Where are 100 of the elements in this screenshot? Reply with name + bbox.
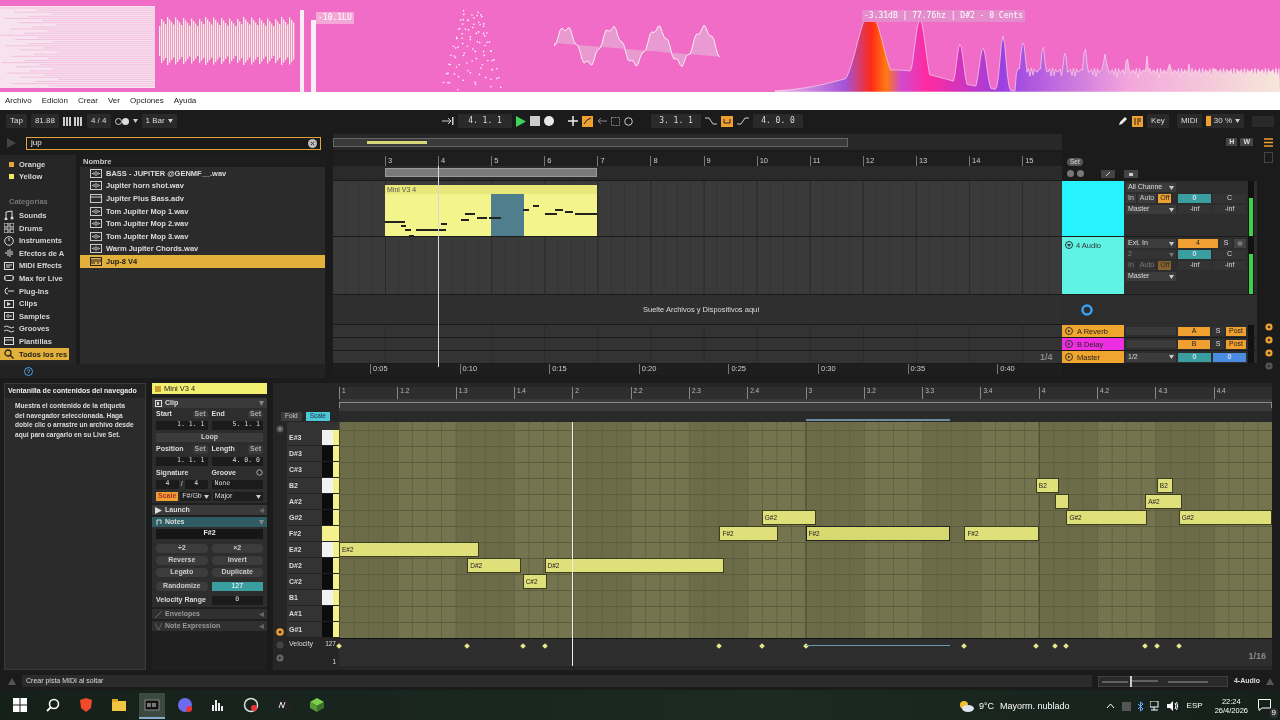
time-selection	[491, 194, 525, 236]
chat-app-icon	[177, 697, 193, 713]
list-icon[interactable]	[1264, 138, 1273, 147]
caret-icon	[1169, 252, 1174, 257]
velocity-marker[interactable]	[802, 643, 809, 649]
punch-out-icon[interactable]	[737, 117, 749, 125]
play-circle-icon[interactable]	[1065, 353, 1073, 361]
velocity-marker[interactable]	[1175, 643, 1182, 649]
velocity-marker[interactable]	[961, 643, 968, 649]
audio-file-icon	[90, 206, 102, 216]
velocity-marker[interactable]	[336, 643, 342, 649]
time-signature-field[interactable]: 4 / 4	[86, 114, 111, 128]
caret-icon	[1169, 274, 1174, 279]
live-app-icon	[144, 697, 160, 713]
metronome-bars-icon[interactable]	[62, 116, 83, 126]
toggle-circle-icon[interactable]	[1264, 362, 1273, 370]
panel-icon	[4, 260, 14, 271]
toggle-circle-icon[interactable]	[1264, 336, 1273, 344]
lock-icon[interactable]	[1124, 169, 1138, 178]
caret-icon	[1169, 207, 1174, 212]
velocity-marker[interactable]	[758, 643, 765, 649]
expand-icon[interactable]	[1101, 169, 1115, 178]
follow-arrow-icon[interactable]	[442, 117, 454, 125]
menu-item[interactable]: Opciones	[129, 96, 164, 106]
audio-file-icon	[90, 219, 102, 229]
tap-button[interactable]: Tap	[6, 114, 27, 128]
metronome-icon[interactable]	[114, 117, 129, 125]
velocity-marker[interactable]	[1063, 643, 1070, 649]
automation-arm-icon[interactable]	[582, 115, 593, 127]
quantize-dropdown[interactable]: 1 Bar	[141, 114, 177, 128]
menu-item[interactable]: Crear	[77, 96, 98, 106]
search-field[interactable]: jup	[26, 136, 321, 150]
bluetooth-icon[interactable]	[1136, 700, 1144, 712]
menu-item[interactable]: Ayuda	[173, 96, 197, 106]
velocity-marker[interactable]	[541, 643, 548, 649]
chevron-up-icon[interactable]	[1105, 703, 1115, 709]
status-triangle-icon	[8, 677, 16, 685]
speaker-icon[interactable]	[1166, 701, 1179, 711]
midi-note[interactable]	[1054, 494, 1070, 509]
velocity-marker[interactable]	[1033, 643, 1039, 649]
play-circle-icon[interactable]	[1065, 340, 1073, 348]
keyboard-icon[interactable]	[1132, 115, 1144, 127]
toggle-circle-icon[interactable]	[1264, 349, 1273, 357]
expand-lane-icon[interactable]	[276, 654, 284, 662]
fold-arrow-icon[interactable]	[1065, 241, 1073, 249]
patch-cable-icon	[4, 273, 14, 284]
preset-file-icon	[90, 194, 102, 203]
help-icon[interactable]	[24, 366, 33, 376]
arrangement-position-field[interactable]: 4. 1. 1	[458, 114, 512, 128]
cpu-meter-fill	[1205, 116, 1211, 126]
velocity-marker[interactable]	[716, 643, 723, 649]
midi-map-button[interactable]: MIDI	[1176, 114, 1202, 128]
back-arrow-icon[interactable]	[597, 117, 607, 125]
grid-size-label: 1/4	[1040, 352, 1053, 363]
play-icon[interactable]	[516, 115, 526, 127]
key-map-button[interactable]: Key	[1147, 114, 1169, 128]
preview-icon[interactable]	[276, 425, 284, 433]
record-circle-icon[interactable]	[276, 628, 284, 636]
velocity-marker[interactable]	[519, 643, 526, 649]
menu-item[interactable]: Edición	[41, 96, 68, 106]
equalizer-icon	[210, 697, 226, 713]
session-record-icon[interactable]	[624, 116, 633, 126]
windows-logo-icon	[13, 698, 27, 712]
loop-start-field[interactable]: 3. 1. 1	[651, 114, 701, 128]
expression-icon	[155, 622, 162, 630]
caret-icon	[1235, 119, 1240, 123]
taskbar-app-button[interactable]	[139, 693, 165, 719]
window-icon	[4, 336, 14, 347]
loop-icon[interactable]	[721, 115, 733, 127]
loop-length-field[interactable]: 4. 0. 0	[753, 114, 803, 128]
network-icon[interactable]	[1149, 701, 1161, 711]
refresh-icon[interactable]	[256, 469, 263, 477]
velocity-marker[interactable]	[1051, 643, 1058, 649]
language-indicator[interactable]: ESP	[1186, 701, 1203, 711]
velocity-marker[interactable]	[1154, 643, 1160, 649]
cpu-load-meter: 30 %	[1205, 114, 1244, 128]
capture-icon[interactable]	[611, 116, 620, 126]
lane-toggle-icon[interactable]	[276, 641, 284, 649]
wave-icon	[4, 323, 14, 334]
menu-item[interactable]: Ver	[107, 96, 120, 106]
loop-brace[interactable]	[339, 402, 1272, 408]
clear-icon[interactable]	[308, 138, 317, 148]
clip-color-swatch	[155, 385, 161, 392]
tempo-field[interactable]: 81.88	[30, 114, 59, 128]
toggle-circle-icon[interactable]	[1264, 323, 1273, 331]
play-box-icon	[4, 298, 14, 309]
plus-icon[interactable]	[568, 116, 578, 126]
velocity-marker[interactable]	[1142, 643, 1148, 649]
velocity-marker[interactable]	[464, 643, 471, 649]
caret-down-icon	[259, 400, 264, 406]
notification-icon[interactable]	[1258, 699, 1271, 711]
notification-count: 9	[1269, 708, 1278, 718]
record-icon[interactable]	[544, 116, 554, 126]
menu-item[interactable]: Archivo	[5, 96, 32, 106]
arrow-right-circle-icon[interactable]	[1077, 170, 1084, 177]
pencil-icon[interactable]	[1118, 116, 1129, 126]
arrow-left-circle-icon[interactable]	[1067, 170, 1074, 177]
caret-icon	[132, 119, 138, 123]
punch-in-icon[interactable]	[705, 117, 717, 125]
play-circle-icon[interactable]	[1065, 327, 1073, 335]
